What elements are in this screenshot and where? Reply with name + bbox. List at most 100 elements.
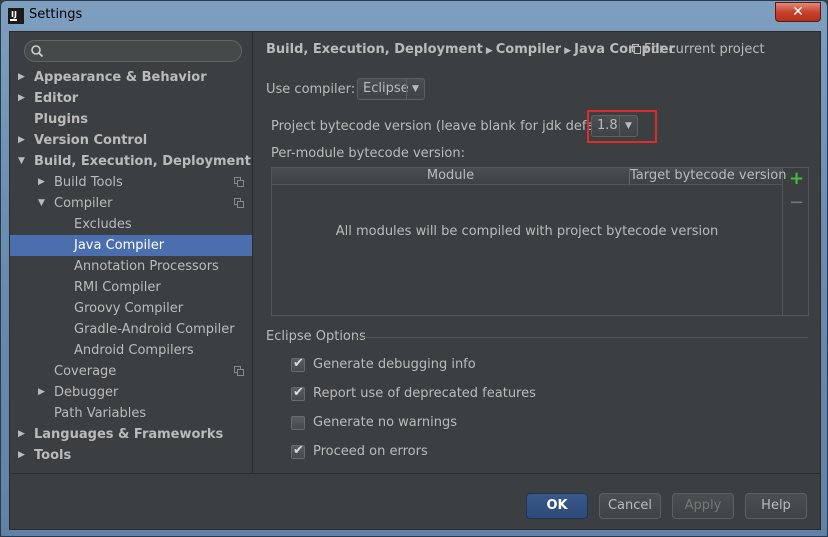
expand-right-icon[interactable]: ▶ <box>18 130 28 151</box>
compiler-select-value: Eclipse <box>363 81 409 96</box>
sidebar-item-label: Build, Execution, Deployment <box>34 154 251 169</box>
sidebar-item-label: Plugins <box>34 112 88 127</box>
java-compiler-panel: Build, Execution, Deployment ▶ Compiler ▶ Ja… <box>254 32 820 473</box>
ok-button[interactable]: OK <box>526 493 588 519</box>
expand-right-icon[interactable]: ▶ <box>38 172 48 193</box>
sidebar-item[interactable]: ▶ Languages & Frameworks <box>10 424 252 445</box>
checkbox-unchecked[interactable] <box>291 416 305 430</box>
sidebar-item-label: Android Compilers <box>74 343 194 358</box>
table-empty-message: All modules will be compiled with projec… <box>335 224 719 239</box>
table-toolbar: + − <box>783 167 809 316</box>
sidebar-item[interactable]: Annotation Processors <box>10 256 252 277</box>
sidebar-item-label: Groovy Compiler <box>74 301 184 316</box>
sidebar-item-label: Gradle-Android Compiler <box>74 322 235 337</box>
apply-button[interactable]: Apply <box>672 493 734 519</box>
bytecode-version-select[interactable]: 1.8 ▼ <box>591 115 638 137</box>
check-icon: ✔ <box>293 385 304 400</box>
sidebar-item-label: Debugger <box>54 385 119 400</box>
sidebar-item[interactable]: ▼ Compiler <box>10 193 252 214</box>
intellij-app-icon: IJ <box>8 8 24 24</box>
per-module-table[interactable]: Module Target bytecode version All modul… <box>271 167 787 316</box>
breadcrumb: Build, Execution, Deployment ▶ Compiler ▶ Ja… <box>266 42 675 57</box>
project-scope-note: For current project <box>632 42 765 57</box>
help-button[interactable]: Help <box>745 493 807 519</box>
column-header-target-version[interactable]: Target bytecode version <box>630 168 787 185</box>
dialog-button-bar: OK Cancel Apply Help <box>10 473 820 529</box>
sidebar-item-label: Version Control <box>34 133 148 148</box>
bytecode-version-label: Project bytecode version (leave blank fo… <box>271 119 621 134</box>
sidebar-item-label: Annotation Processors <box>74 259 219 274</box>
sidebar-item[interactable]: ▶ Build Tools <box>10 172 252 193</box>
table-header: Module Target bytecode version <box>272 168 787 185</box>
expand-down-icon[interactable]: ▼ <box>18 151 28 172</box>
sidebar-item[interactable]: ▶ Tools <box>10 445 252 466</box>
sidebar-item-label: Coverage <box>54 364 117 379</box>
cancel-button[interactable]: Cancel <box>599 493 661 519</box>
project-scope-icon <box>632 44 641 54</box>
chevron-down-icon: ▼ <box>619 116 637 136</box>
title-bar: IJ Settings ✕ <box>1 1 827 31</box>
svg-text:IJ: IJ <box>11 10 17 19</box>
sidebar-item-label: Editor <box>34 91 79 106</box>
sidebar-item[interactable]: ▶ Appearance & Behavior <box>10 67 252 88</box>
sidebar-item[interactable]: ▶ Version Control <box>10 130 252 151</box>
sidebar-item[interactable]: ▶ Editor <box>10 88 252 109</box>
sidebar-item[interactable]: Java Compiler <box>10 235 252 256</box>
expand-right-icon[interactable]: ▶ <box>38 382 48 403</box>
check-icon: ✔ <box>293 356 304 371</box>
project-scope-icon <box>234 198 244 208</box>
expand-right-icon[interactable]: ▶ <box>18 67 28 88</box>
option-checkbox-row[interactable]: ✔ Generate debugging info <box>291 356 591 376</box>
sidebar-item-label: Tools <box>34 448 72 463</box>
sidebar-item-label: Languages & Frameworks <box>34 427 224 442</box>
option-checkbox-row[interactable]: ✔ Report use of deprecated features <box>291 385 591 405</box>
window-title: Settings <box>29 7 83 22</box>
breadcrumb-separator-icon: ▶ <box>485 46 493 56</box>
search-icon <box>31 45 44 58</box>
option-checkbox-row[interactable]: ✔ Proceed on errors <box>291 443 591 463</box>
option-label: Proceed on errors <box>313 444 428 459</box>
eclipse-options-title: Eclipse Options <box>266 329 366 344</box>
sidebar-item[interactable]: ▶ Debugger <box>10 382 252 403</box>
breadcrumb-separator-icon: ▶ <box>564 46 572 56</box>
breadcrumb-item: Build, Execution, Deployment <box>266 42 483 57</box>
expand-down-icon[interactable]: ▼ <box>38 193 48 214</box>
checkbox-checked[interactable]: ✔ <box>291 356 305 372</box>
column-header-module[interactable]: Module <box>272 168 629 185</box>
check-icon: ✔ <box>293 443 304 458</box>
remove-icon[interactable]: − <box>789 194 804 212</box>
breadcrumb-item: Compiler <box>495 42 562 57</box>
sidebar-item[interactable]: Plugins <box>10 109 252 130</box>
settings-sidebar: ▶ Appearance & Behavior ▶ Editor Plugins ▶ Ver… <box>10 32 253 473</box>
compiler-select[interactable]: Eclipse ▼ <box>357 78 425 100</box>
add-icon[interactable]: + <box>789 170 804 188</box>
project-scope-icon <box>234 366 244 376</box>
sidebar-item[interactable]: Path Variables <box>10 403 252 424</box>
option-checkbox-row[interactable]: Generate no warnings <box>291 414 591 434</box>
sidebar-item[interactable]: Android Compilers <box>10 340 252 361</box>
bytecode-version-value: 1.8 <box>597 118 618 133</box>
sidebar-item-label: Excludes <box>74 217 132 232</box>
sidebar-item[interactable]: Gradle-Android Compiler <box>10 319 252 340</box>
sidebar-item[interactable]: Coverage <box>10 361 252 382</box>
scope-label: For current project <box>644 42 765 57</box>
expand-right-icon[interactable]: ▶ <box>18 445 28 466</box>
sidebar-item[interactable]: RMI Compiler <box>10 277 252 298</box>
use-compiler-label: Use compiler: <box>266 82 356 97</box>
section-divider <box>354 337 808 338</box>
checkbox-checked[interactable]: ✔ <box>291 443 305 459</box>
search-input[interactable] <box>24 40 242 62</box>
sidebar-item[interactable]: ▼ Build, Execution, Deployment <box>10 151 252 172</box>
sidebar-item-label: Compiler <box>54 196 113 211</box>
expand-right-icon[interactable]: ▶ <box>18 424 28 445</box>
sidebar-item-label: Appearance & Behavior <box>34 70 207 85</box>
checkbox-checked[interactable]: ✔ <box>291 385 305 401</box>
per-module-label: Per-module bytecode version: <box>271 146 465 161</box>
close-button[interactable]: ✕ <box>775 2 821 22</box>
sidebar-item-label: Java Compiler <box>74 238 165 253</box>
sidebar-item-label: Path Variables <box>54 406 147 421</box>
sidebar-item[interactable]: Groovy Compiler <box>10 298 252 319</box>
option-label: Generate no warnings <box>313 415 458 430</box>
expand-right-icon[interactable]: ▶ <box>18 88 28 109</box>
sidebar-item[interactable]: Excludes <box>10 214 252 235</box>
